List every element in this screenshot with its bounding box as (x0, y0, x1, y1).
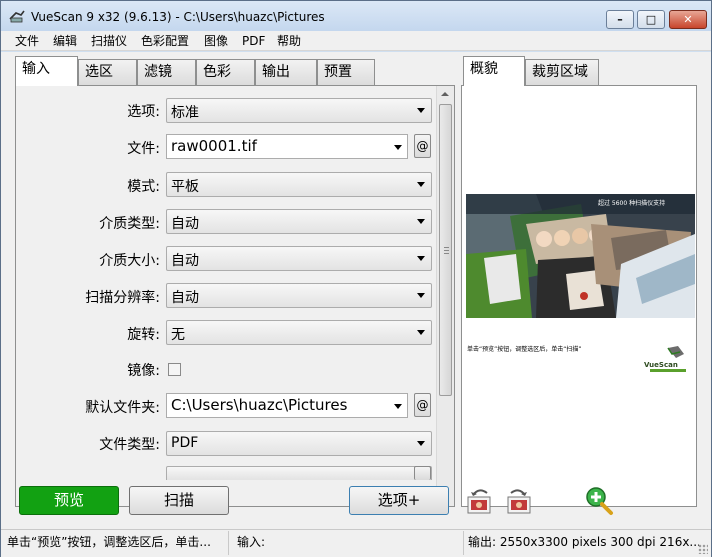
options-plus-button[interactable]: 选项+ (349, 486, 449, 515)
dropdown-arrow-icon (417, 441, 425, 446)
default-folder-label: 默认文件夹: (85, 400, 160, 416)
file-name-macro-button[interactable]: @ (414, 134, 431, 158)
tab-filter-label: 滤镜 (144, 64, 172, 80)
tab-crop-area[interactable]: 裁剪区域 (525, 59, 599, 85)
vuescan-logo: VueScan (644, 346, 686, 372)
menu-file[interactable]: 文件 (15, 33, 39, 49)
preview-caption: 单击“预览”按钮，调整选区后，单击“扫描” (467, 346, 582, 353)
status-input: 输入: (237, 535, 266, 549)
mode-select[interactable]: 平板 (166, 172, 432, 197)
dropdown-arrow-icon (417, 108, 425, 113)
preview-panel[interactable]: 超过 5600 种扫描仪支持 单击“预览”按钮，调整选区后，单击“扫描” Vue… (461, 85, 697, 507)
media-type-label: 介质类型: (99, 216, 160, 232)
menu-edit[interactable]: 编辑 (53, 33, 77, 49)
maximize-button[interactable]: □ (637, 10, 665, 29)
option-select[interactable]: 标准 (166, 98, 432, 123)
mode-label: 模式: (127, 179, 160, 195)
tab-overview[interactable]: 概貌 (463, 56, 525, 86)
resolution-select[interactable]: 自动 (166, 283, 432, 308)
rotate-right-icon[interactable] (503, 485, 535, 517)
title-bar[interactable]: VueScan 9 x32 (9.6.13) - C:\Users\huazc\… (1, 1, 711, 31)
file-type-label: 文件类型: (99, 437, 160, 453)
preview-image: 超过 5600 种扫描仪支持 (466, 194, 695, 318)
minimize-button[interactable]: – (606, 10, 634, 29)
dropdown-arrow-icon (417, 182, 425, 187)
status-output: 输出: 2550x3300 pixels 300 dpi 216x... (463, 531, 699, 555)
default-folder-value: C:\Users\huazc\Pictures (171, 396, 348, 414)
tab-crop-label: 选区 (85, 64, 113, 80)
menu-color-profile[interactable]: 色彩配置 (141, 33, 189, 49)
default-folder-macro-button[interactable]: @ (414, 393, 431, 417)
file-label: 文件: (127, 141, 160, 157)
media-type-value: 自动 (171, 216, 199, 232)
mirror-checkbox[interactable] (168, 363, 181, 376)
tab-overview-label: 概貌 (470, 61, 498, 77)
menu-image[interactable]: 图像 (204, 33, 228, 49)
grip-icon (444, 247, 449, 254)
dropdown-arrow-icon (394, 145, 402, 150)
client-area: 输入 选区 滤镜 色彩 输出 预置 选项: 标准 文件: raw0001.tif… (1, 52, 711, 529)
option-label: 选项: (127, 104, 160, 120)
close-icon: ✕ (683, 13, 693, 26)
status-bar: 单击“预览”按钮，调整选区后，单击... 输入: 输出: 2550x3300 p… (1, 529, 711, 557)
dropdown-arrow-icon (417, 330, 425, 335)
settings-scrollbar[interactable] (436, 86, 454, 506)
tab-prefs-label: 预置 (324, 64, 352, 80)
tab-prefs[interactable]: 预置 (317, 59, 375, 85)
media-size-select[interactable]: 自动 (166, 246, 432, 271)
tab-color[interactable]: 色彩 (196, 59, 255, 85)
window-title: VueScan 9 x32 (9.6.13) - C:\Users\huazc\… (31, 10, 325, 24)
preview-banner: 超过 5600 种扫描仪支持 (598, 199, 665, 207)
tab-input[interactable]: 输入 (15, 56, 78, 86)
vuescan-logo-text: VueScan (644, 361, 678, 369)
media-size-value: 自动 (171, 253, 199, 269)
menu-pdf[interactable]: PDF (242, 33, 265, 49)
close-button[interactable]: ✕ (669, 10, 707, 29)
status-hint: 单击“预览”按钮，调整选区后，单击... (7, 531, 229, 555)
media-size-label: 介质大小: (99, 253, 160, 269)
minimize-icon: – (617, 13, 623, 26)
rotate-select[interactable]: 无 (166, 320, 432, 345)
next-field-partial[interactable] (166, 466, 432, 480)
dropdown-arrow-icon (417, 256, 425, 261)
resize-grip-icon[interactable] (698, 544, 708, 554)
rotate-left-icon[interactable] (463, 485, 495, 517)
rotate-label: 旋转: (127, 327, 160, 343)
file-type-value: PDF (171, 435, 199, 451)
tab-color-label: 色彩 (203, 64, 231, 80)
input-settings-panel: 选项: 标准 文件: raw0001.tif @ 模式: 平板 介质类型: 自动… (15, 85, 455, 507)
tab-crop-area-label: 裁剪区域 (532, 64, 588, 80)
file-name-value: raw0001.tif (171, 137, 257, 155)
resolution-value: 自动 (171, 290, 199, 306)
tab-output[interactable]: 输出 (255, 59, 317, 85)
zoom-in-icon[interactable] (583, 485, 615, 517)
app-window: VueScan 9 x32 (9.6.13) - C:\Users\huazc\… (0, 0, 712, 557)
file-name-combo[interactable]: raw0001.tif (166, 134, 408, 159)
menu-help[interactable]: 帮助 (277, 33, 301, 49)
mirror-label: 镜像: (127, 363, 160, 379)
dropdown-arrow-icon (417, 219, 425, 224)
resolution-label: 扫描分辨率: (85, 290, 160, 306)
scroll-up-icon[interactable] (441, 92, 449, 96)
scroll-thumb[interactable] (439, 104, 452, 396)
scan-button[interactable]: 扫描 (129, 486, 229, 515)
vuescan-app-icon[interactable] (9, 9, 25, 23)
file-type-select[interactable]: PDF (166, 431, 432, 456)
dropdown-arrow-icon (394, 404, 402, 409)
default-folder-combo[interactable]: C:\Users\huazc\Pictures (166, 393, 408, 418)
preview-button[interactable]: 预览 (19, 486, 119, 515)
dropdown-arrow-icon (417, 293, 425, 298)
next-field-partial-button[interactable] (414, 466, 431, 480)
option-value: 标准 (171, 105, 199, 121)
menu-bar: 文件 编辑 扫描仪 色彩配置 图像 PDF 帮助 (1, 31, 711, 51)
menu-scanner[interactable]: 扫描仪 (91, 33, 127, 49)
tab-output-label: 输出 (262, 64, 290, 80)
media-type-select[interactable]: 自动 (166, 209, 432, 234)
tab-filter[interactable]: 滤镜 (137, 59, 196, 85)
tab-crop[interactable]: 选区 (78, 59, 137, 85)
maximize-icon: □ (645, 13, 657, 26)
rotate-value: 无 (171, 327, 185, 343)
mode-value: 平板 (171, 179, 199, 195)
tab-input-label: 输入 (22, 61, 50, 77)
